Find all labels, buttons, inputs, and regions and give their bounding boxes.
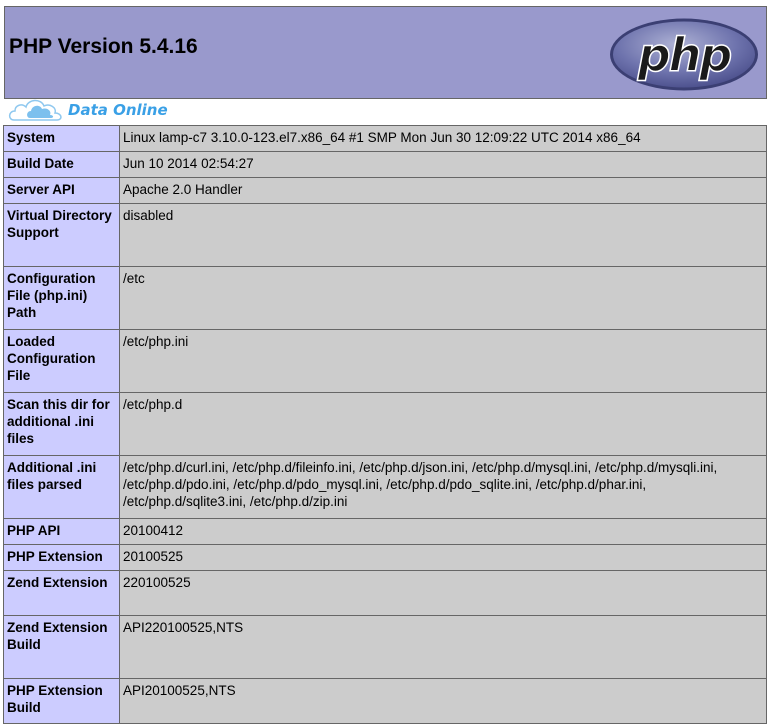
row-value: Jun 10 2014 02:54:27 bbox=[119, 151, 767, 178]
row-key: Zend Extension bbox=[3, 570, 120, 616]
table-row: Loaded Configuration File/etc/php.ini bbox=[3, 329, 767, 393]
watermark-text: Data Online bbox=[68, 101, 168, 119]
row-key: PHP Extension Build bbox=[3, 678, 120, 724]
page-title: PHP Version 5.4.16 bbox=[9, 35, 198, 58]
row-key: Loaded Configuration File bbox=[3, 329, 120, 393]
row-key: Server API bbox=[3, 177, 120, 204]
table-row: Server API Apache 2.0 Handler bbox=[3, 177, 767, 204]
row-key: PHP API bbox=[3, 518, 120, 545]
row-key: System bbox=[3, 125, 120, 152]
cloud-icon bbox=[8, 99, 62, 121]
data-online-watermark: Data Online bbox=[8, 94, 208, 122]
table-row: Configuration File (php.ini) Path/etc bbox=[3, 266, 767, 330]
row-value: /etc/php.d/curl.ini, /etc/php.d/fileinfo… bbox=[119, 455, 767, 519]
php-logo-icon[interactable]: php bbox=[608, 16, 760, 93]
table-row: Zend Extension Build API220100525,NTS bbox=[3, 615, 767, 679]
row-key: Build Date bbox=[3, 151, 120, 178]
row-value: 220100525 bbox=[119, 570, 767, 616]
row-value: /etc bbox=[119, 266, 767, 330]
row-value: Linux lamp-c7 3.10.0-123.el7.x86_64 #1 S… bbox=[119, 125, 767, 152]
table-row: Additional .ini files parsed/etc/php.d/c… bbox=[3, 455, 767, 519]
table-row: PHP Extension Build API20100525,NTS bbox=[3, 678, 767, 724]
row-value: API20100525,NTS bbox=[119, 678, 767, 724]
row-value: 20100525 bbox=[119, 544, 767, 571]
row-value: disabled bbox=[119, 203, 767, 267]
row-key: Virtual Directory Support bbox=[3, 203, 120, 267]
row-key: Scan this dir for additional .ini files bbox=[3, 392, 120, 456]
table-row: Virtual Directory Support disabled bbox=[3, 203, 767, 267]
table-row: Zend Extension 220100525 bbox=[3, 570, 767, 616]
table-row: PHP Extension 20100525 bbox=[3, 544, 767, 571]
table-row: Build Date Jun 10 2014 02:54:27 bbox=[3, 151, 767, 178]
row-key: Additional .ini files parsed bbox=[3, 455, 120, 519]
table-row: PHP API 20100412 bbox=[3, 518, 767, 545]
row-key: PHP Extension bbox=[3, 544, 120, 571]
table-row: Scan this dir for additional .ini files /… bbox=[3, 392, 767, 456]
row-value: 20100412 bbox=[119, 518, 767, 545]
php-logo-text: php bbox=[637, 28, 732, 82]
row-key: Zend Extension Build bbox=[3, 615, 120, 679]
row-key: Configuration File (php.ini) Path bbox=[3, 266, 120, 330]
table-row: System Linux lamp-c7 3.10.0-123.el7.x86_6… bbox=[3, 125, 767, 152]
row-value: API220100525,NTS bbox=[119, 615, 767, 679]
row-value: /etc/php.ini bbox=[119, 329, 767, 393]
row-value: Apache 2.0 Handler bbox=[119, 177, 767, 204]
info-table: System Linux lamp-c7 3.10.0-123.el7.x86_6… bbox=[3, 125, 767, 724]
phpinfo-header: PHP Version 5.4.16 php bbox=[4, 6, 767, 99]
row-value: /etc/php.d bbox=[119, 392, 767, 456]
